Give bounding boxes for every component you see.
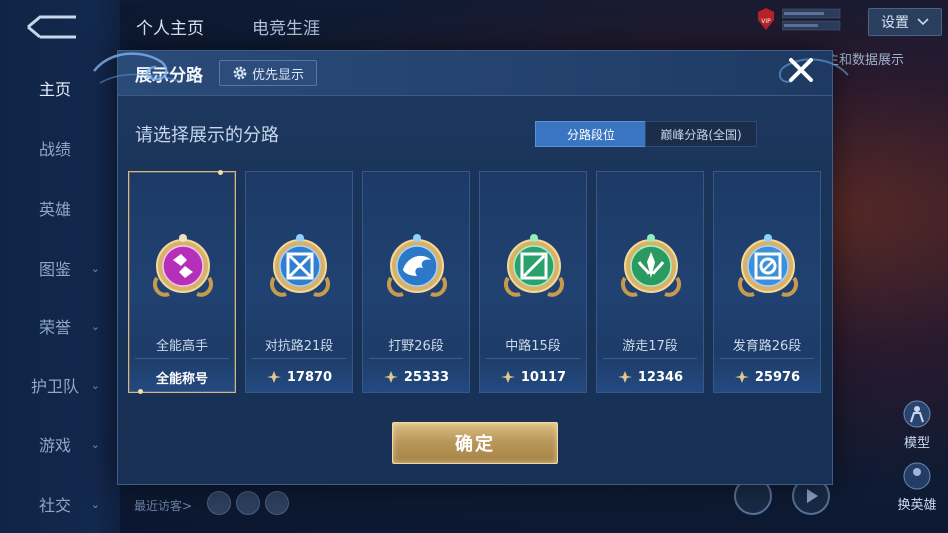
lane-score-value: 17870 (286, 369, 333, 385)
sidebar-item-label: 主页 (38, 80, 71, 99)
mid-lane-emblem-icon (503, 234, 565, 297)
model-button[interactable]: 模型 (894, 400, 940, 451)
chevron-down-icon: ⌄ (90, 261, 100, 275)
sidebar-item[interactable]: 图鉴 ⌄ (0, 248, 110, 288)
lane-select-prompt: 请选择展示的分路 (135, 125, 279, 146)
tab-personal-home[interactable]: 个人主页 (136, 14, 204, 39)
sidebar-item[interactable]: 护卫队 ⌄ (0, 365, 110, 405)
lane-role-name: 发育路26段 (732, 339, 802, 354)
lane-role-name: 全能高手 (155, 339, 208, 354)
sidebar-item-label: 荣誉 (38, 318, 71, 337)
lane-score-value: 25333 (403, 369, 450, 385)
close-button[interactable] (786, 55, 816, 85)
tab-lane-rank[interactable]: 分路段位 (535, 121, 647, 147)
settings-button[interactable]: 设置 (868, 8, 942, 36)
lane-score: 25333 (363, 367, 469, 387)
lane-title-text: 全能称号 (155, 372, 208, 387)
lane-score-value: 12346 (637, 369, 684, 385)
sidebar-item[interactable]: 荣誉 ⌄ (0, 306, 110, 346)
roam-emblem-icon (620, 234, 682, 297)
model-label: 模型 (903, 436, 930, 451)
sidebar-item[interactable]: 英雄 (0, 188, 110, 228)
power-score-icon (617, 371, 632, 383)
lane-card-mid[interactable]: 中路15段 10117 (479, 171, 587, 393)
card-divider (603, 358, 697, 359)
gear-icon (233, 66, 247, 80)
corner-sparkle-icon (138, 389, 143, 394)
card-divider (369, 358, 463, 359)
priority-display-button[interactable]: 优先显示 (219, 60, 317, 86)
lane-role-name: 游走17段 (622, 339, 678, 354)
lane-role-name: 中路15段 (505, 339, 561, 354)
sidebar-item-label: 护卫队 (30, 377, 79, 396)
lane-card-farm[interactable]: 发育路26段 25976 (713, 171, 821, 393)
sidebar-item-label: 英雄 (38, 200, 71, 219)
card-divider (486, 358, 580, 359)
sidebar-item-label: 图鉴 (38, 260, 71, 279)
power-score-icon (383, 371, 398, 383)
clash-lane-emblem-icon (269, 234, 331, 297)
tab-esports-career[interactable]: 电竞生涯 (252, 14, 320, 39)
visitor-avatar[interactable] (265, 491, 289, 515)
power-score-icon (266, 371, 281, 383)
lane-role-name: 打野26段 (388, 339, 444, 354)
lane-card-all-round[interactable]: 全能高手 全能称号 (128, 170, 236, 394)
person-icon (903, 400, 931, 428)
lane-display-dialog: 展示分路 优先显示 请选择展示的分路 分路段位 巅峰分路(全国) 全能高手 全能… (93, 50, 849, 485)
tab-peak-lane-national[interactable]: 巅峰分路(全国) (645, 121, 757, 147)
close-icon (789, 58, 813, 82)
vip-info-bars (782, 8, 841, 31)
all-round-emblem-icon (152, 234, 214, 297)
power-score-icon (500, 371, 515, 383)
chevron-down-icon: ⌄ (90, 378, 100, 392)
vip-label: VIP (761, 18, 771, 25)
chevron-down-icon: ⌄ (90, 497, 100, 511)
lane-score: 12346 (597, 367, 703, 387)
change-hero-button[interactable]: 换英雄 (894, 462, 940, 513)
visitor-avatar[interactable] (236, 491, 260, 515)
corner-sparkle-icon (218, 170, 223, 175)
swap-hero-icon (903, 462, 931, 490)
sidebar-item-label: 游戏 (38, 436, 71, 455)
settings-label: 设置 (881, 15, 909, 31)
sidebar-item-label: 战绩 (38, 140, 71, 159)
lane-role-name: 对抗路21段 (264, 339, 334, 354)
lane-score-value: 10117 (520, 369, 567, 385)
chevron-down-icon: ⌄ (90, 319, 100, 333)
priority-display-label: 优先显示 (251, 67, 304, 83)
lane-card-jungle[interactable]: 打野26段 25333 (362, 171, 470, 393)
sidebar-item[interactable]: 战绩 (0, 128, 110, 168)
sidebar-item[interactable]: 社交 ⌄ (0, 484, 110, 524)
lane-score: 17870 (246, 367, 352, 387)
lane-score: 10117 (480, 367, 586, 387)
chevron-down-icon: ⌄ (90, 437, 100, 451)
card-divider (135, 358, 229, 359)
vip-badge-icon: VIP (758, 8, 774, 30)
card-divider (252, 358, 346, 359)
chevron-down-icon (917, 18, 929, 26)
back-arrow-icon[interactable] (26, 14, 78, 40)
jungle-emblem-icon (386, 234, 448, 297)
farm-lane-emblem-icon (737, 234, 799, 297)
cloud-ornament-left (93, 52, 181, 84)
sidebar-item[interactable]: 游戏 ⌄ (0, 424, 110, 464)
lane-card-roam[interactable]: 游走17段 12346 (596, 171, 704, 393)
card-divider (720, 358, 814, 359)
recent-visitors-link[interactable]: 最近访客> (134, 497, 192, 514)
lane-card-clash[interactable]: 对抗路21段 17870 (245, 171, 353, 393)
confirm-button[interactable]: 确定 (392, 422, 558, 464)
power-score-icon (734, 371, 749, 383)
change-hero-label: 换英雄 (897, 498, 937, 513)
dialog-header: 展示分路 优先显示 (118, 51, 832, 96)
sidebar-item-label: 社交 (38, 496, 71, 515)
lane-score-value: 25976 (754, 369, 801, 385)
visitor-avatar[interactable] (207, 491, 231, 515)
lane-score: 25976 (714, 367, 820, 387)
